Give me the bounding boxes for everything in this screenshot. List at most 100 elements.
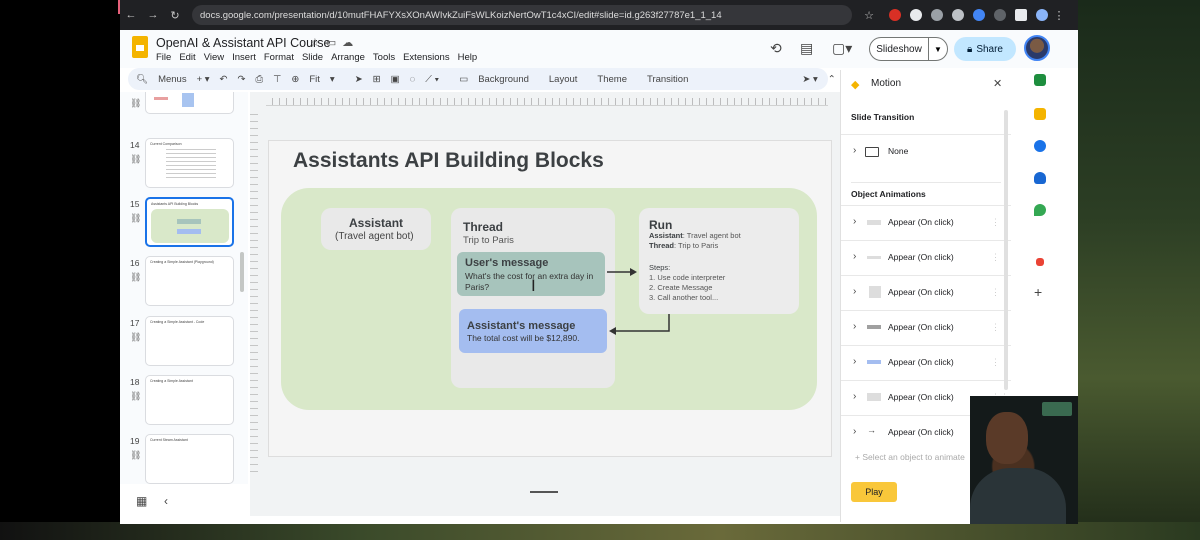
slide-thumbnail[interactable]: Current Comparison	[145, 138, 234, 188]
line-icon[interactable]: ⟋ ▾	[425, 74, 439, 85]
slide-thumbnail[interactable]: Assistants API Building Blocks	[145, 197, 234, 247]
extension-icon[interactable]	[931, 9, 943, 21]
version-history-icon[interactable]: ⟲	[770, 40, 782, 57]
search-menus-icon[interactable]: 🔍︎	[136, 74, 148, 85]
extension-icon[interactable]	[973, 9, 985, 21]
collapse-toolbar-icon[interactable]: ⌃	[828, 74, 836, 85]
menu-extensions[interactable]: Extensions	[403, 52, 449, 63]
undo-icon[interactable]: ↶	[220, 74, 228, 85]
slide-canvas[interactable]: Assistants API Building Blocks Assistant…	[268, 140, 832, 457]
tasks-icon[interactable]	[1034, 140, 1046, 152]
canvas-scroll-indicator[interactable]	[530, 491, 558, 493]
motion-scrollbar[interactable]	[1004, 110, 1008, 390]
slide-thumbnail[interactable]: Creating a Simple Assistant	[145, 375, 234, 425]
cloud-status-icon[interactable]: ☁	[342, 37, 359, 49]
collapse-filmstrip-icon[interactable]: ‹	[164, 494, 168, 508]
slide-thumbnail[interactable]	[145, 92, 234, 114]
vertical-ruler[interactable]	[250, 108, 258, 478]
bookmark-star-icon[interactable]: ☆	[858, 9, 880, 22]
sidebar-icon[interactable]	[1015, 9, 1027, 21]
add-addon-icon[interactable]: +	[1034, 284, 1042, 300]
animation-row[interactable]: › Appear (On click)⋮⋮	[841, 275, 1011, 309]
zoom-icon[interactable]: ⊕	[291, 74, 299, 85]
filmstrip-scrollbar[interactable]	[240, 252, 244, 292]
print-icon[interactable]: ⎙	[255, 74, 263, 85]
slideshow-dropdown-icon[interactable]: ▼	[928, 37, 948, 61]
menu-slide[interactable]: Slide	[302, 52, 323, 63]
menu-file[interactable]: File	[156, 52, 171, 63]
filmstrip-slide-active[interactable]: 15 ⛓ Assistants API Building Blocks	[120, 197, 248, 249]
theme-button[interactable]: Theme	[597, 74, 627, 85]
new-slide-icon[interactable]: + ▾	[197, 74, 210, 85]
extension-icon[interactable]	[952, 9, 964, 21]
filmstrip-slide[interactable]: 18 ⛓ Creating a Simple Assistant	[120, 375, 248, 427]
text-box-icon[interactable]: ⊞	[373, 74, 381, 85]
slideshow-button[interactable]: Slideshow	[869, 37, 929, 61]
chevron-right-icon[interactable]: ›	[853, 321, 856, 332]
redo-icon[interactable]: ↷	[238, 74, 246, 85]
slides-logo-icon[interactable]	[132, 36, 148, 58]
move-folder-icon[interactable]: ▭	[326, 37, 342, 49]
extensions-puzzle-icon[interactable]	[994, 9, 1006, 21]
filmstrip-slide[interactable]: 17 ⛓ Creating a Simple Assistant - Code	[120, 316, 248, 368]
comment-icon[interactable]: ▭	[459, 74, 468, 85]
horizontal-ruler[interactable]	[266, 98, 828, 106]
avatar[interactable]	[1024, 35, 1050, 61]
extension-icon[interactable]	[910, 9, 922, 21]
select-tool-icon[interactable]: ➤	[355, 74, 363, 85]
filmstrip-slide[interactable]: ⛓	[120, 92, 248, 116]
shape-icon[interactable]: ◌	[410, 74, 416, 85]
image-icon[interactable]: ▣	[391, 74, 400, 85]
chevron-right-icon[interactable]: ›	[853, 251, 856, 262]
slide-title[interactable]: Assistants API Building Blocks	[293, 149, 604, 173]
reload-icon[interactable]: ↻	[164, 9, 186, 22]
transition-row[interactable]: › None	[841, 134, 1011, 170]
chevron-right-icon[interactable]: ›	[853, 216, 856, 227]
animation-row[interactable]: › Appear (On click)⋮⋮	[841, 240, 1011, 274]
maps-icon[interactable]	[1034, 204, 1046, 216]
sheets-icon[interactable]	[1034, 74, 1046, 86]
animation-row[interactable]: › Appear (On click)⋮⋮	[841, 205, 1011, 239]
star-icon[interactable]: ☆	[310, 37, 326, 49]
zoom-dropdown-icon[interactable]: ▾	[330, 74, 335, 85]
menu-view[interactable]: View	[204, 52, 224, 63]
extension-icon[interactable]	[889, 9, 901, 21]
close-icon[interactable]: ✕	[993, 77, 1002, 90]
slide-thumbnail[interactable]: Creating a Simple Assistant (Playground)	[145, 256, 234, 306]
menu-insert[interactable]: Insert	[232, 52, 256, 63]
document-title[interactable]: OpenAI & Assistant API Course	[156, 36, 330, 50]
slide-thumbnail[interactable]: Creating a Simple Assistant - Code	[145, 316, 234, 366]
share-button[interactable]: 🔒︎ Share	[954, 37, 1016, 61]
filmstrip-slide[interactable]: 14 ⛓ Current Comparison	[120, 138, 248, 190]
background-button[interactable]: Background	[478, 74, 529, 85]
transition-button[interactable]: Transition	[647, 74, 688, 85]
profile-icon[interactable]	[1036, 9, 1048, 21]
run-card[interactable]: Run Assistant: Travel agent bot Thread: …	[639, 208, 799, 314]
play-button[interactable]: Play	[851, 482, 897, 502]
layout-button[interactable]: Layout	[549, 74, 578, 85]
animation-row[interactable]: › Appear (On click)⋮⋮	[841, 345, 1011, 379]
comments-icon[interactable]: ▤	[800, 40, 813, 57]
address-bar[interactable]: docs.google.com/presentation/d/10mutFHAF…	[192, 5, 852, 25]
paint-format-icon[interactable]: ⊤	[273, 74, 281, 85]
chevron-right-icon[interactable]: ›	[853, 286, 856, 297]
chevron-right-icon[interactable]: ›	[853, 391, 856, 402]
addon-icon[interactable]	[1036, 258, 1044, 266]
filmstrip-slide[interactable]: 19 ⛓ Current Steam Assistant	[120, 434, 248, 484]
menu-edit[interactable]: Edit	[179, 52, 195, 63]
chevron-right-icon[interactable]: ›	[853, 426, 856, 437]
thread-card[interactable]: Thread Trip to Paris	[451, 208, 615, 388]
meet-icon[interactable]: ▢▾	[832, 40, 852, 57]
menu-arrange[interactable]: Arrange	[331, 52, 365, 63]
assistant-card[interactable]: Assistant (Travel agent bot)	[321, 208, 431, 250]
filmstrip-slide[interactable]: 16 ⛓ Creating a Simple Assistant (Playgr…	[120, 256, 248, 308]
browser-menu-icon[interactable]: ⋮	[1048, 9, 1070, 22]
slide-thumbnail[interactable]: Current Steam Assistant	[145, 434, 234, 484]
grid-view-icon[interactable]: ▦	[136, 494, 147, 508]
menu-tools[interactable]: Tools	[373, 52, 395, 63]
search-menus-label[interactable]: Menus	[158, 74, 187, 85]
menu-format[interactable]: Format	[264, 52, 294, 63]
animation-row[interactable]: › Appear (On click)⋮⋮	[841, 310, 1011, 344]
zoom-select[interactable]: Fit	[309, 74, 320, 85]
chevron-right-icon[interactable]: ›	[853, 145, 856, 156]
